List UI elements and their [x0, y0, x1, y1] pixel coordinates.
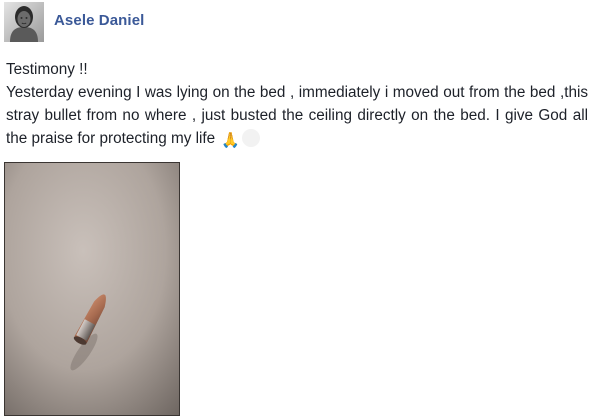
- post-body-text: Yesterday evening I was lying on the bed…: [6, 84, 588, 147]
- post-header: Asele Daniel: [4, 2, 144, 42]
- post-body: Yesterday evening I was lying on the bed…: [6, 81, 588, 152]
- emoji-placeholder-icon: [241, 129, 260, 147]
- bullet-photo-icon: [4, 162, 180, 416]
- facebook-post: Asele Daniel Testimony !! Yesterday even…: [0, 0, 590, 416]
- praying-hands-emoji-icon: 🙏: [221, 132, 240, 149]
- post-text: Testimony !! Yesterday evening I was lyi…: [6, 58, 588, 152]
- post-photo[interactable]: [4, 162, 180, 416]
- avatar-photo-icon: [4, 2, 44, 42]
- post-title-line: Testimony !!: [6, 61, 88, 78]
- author-avatar[interactable]: [4, 2, 44, 42]
- author-name-link[interactable]: Asele Daniel: [54, 12, 144, 29]
